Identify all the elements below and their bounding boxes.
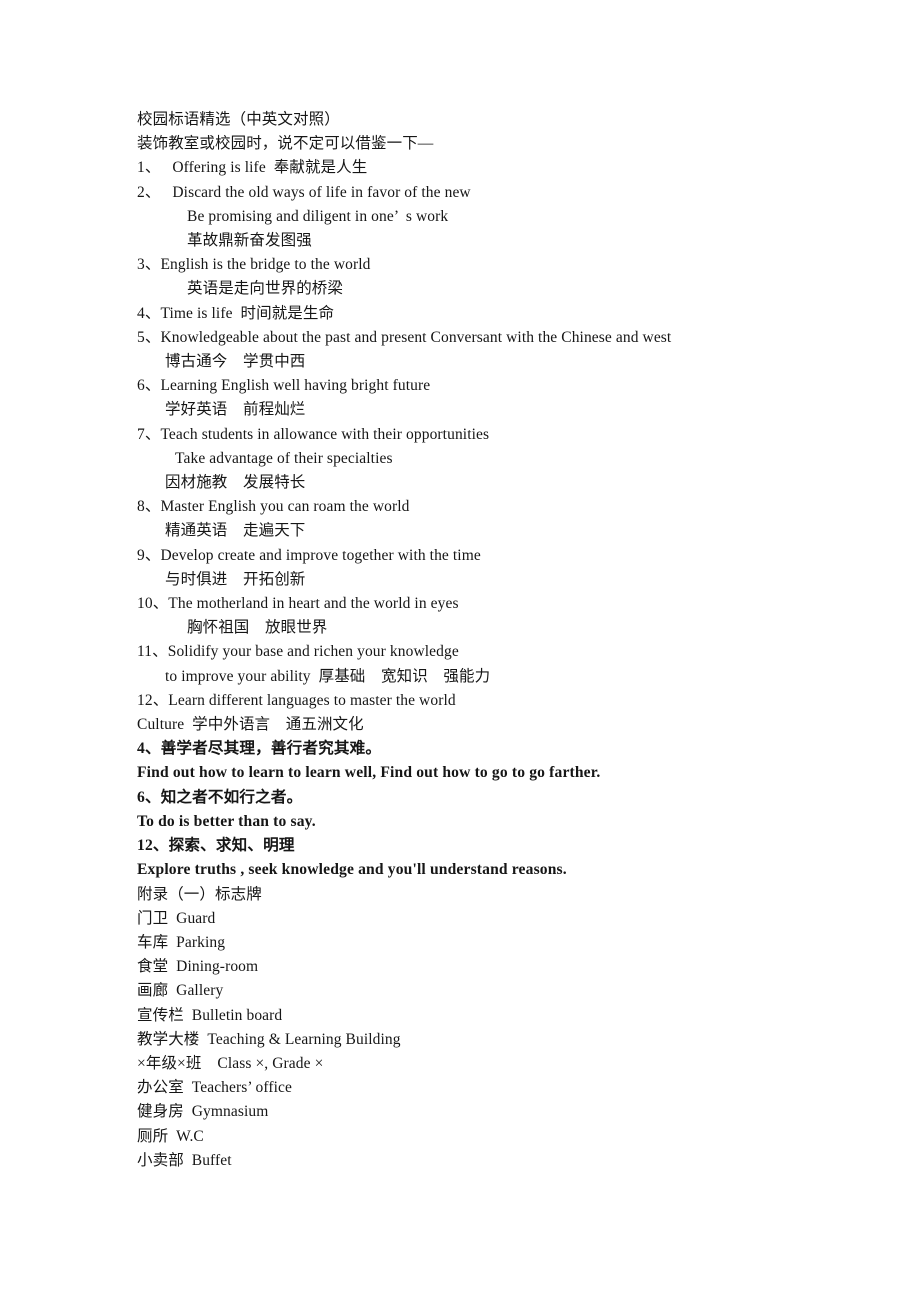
doc-line-sign-wc: 厕所 W.C <box>137 1127 204 1145</box>
doc-line-item-9-cn: 与时俱进 开拓创新 <box>165 570 306 588</box>
doc-line-item-7-en2: Take advantage of their specialties <box>175 449 393 467</box>
doc-line-item-7-en: 7、Teach students in allowance with their… <box>137 425 490 443</box>
doc-line-sign-gallery: 画廊 Gallery <box>137 982 224 1000</box>
doc-line-item-2-en: 2、 Discard the old ways of life in favor… <box>137 183 471 201</box>
doc-line-item-10-en: 10、The motherland in heart and the world… <box>137 595 459 613</box>
doc-line-intro: 装饰教室或校园时，说不定可以借鉴一下— <box>137 135 434 153</box>
doc-line-bold-12-cn: 12、探索、求知、明理 <box>137 837 295 855</box>
doc-line-bold-6-en: To do is better than to say. <box>137 812 316 830</box>
doc-line-item-4-en: 4、Time is life 时间就是生命 <box>137 304 335 322</box>
doc-line-item-6-cn: 学好英语 前程灿烂 <box>165 401 306 419</box>
doc-line-bold-12-en: Explore truths , seek knowledge and you'… <box>137 861 567 879</box>
doc-line-sign-class: ×年级×班 Class ×, Grade × <box>137 1054 324 1072</box>
doc-line-appendix-title: 附录（一）标志牌 <box>137 885 262 903</box>
doc-line-sign-buffet: 小卖部 Buffet <box>137 1151 232 1169</box>
doc-line-item-11-en2: to improve your ability 厚基础 宽知识 强能力 <box>165 667 491 685</box>
doc-line-bold-4-en: Find out how to learn to learn well, Fin… <box>137 764 601 782</box>
doc-line-item-8-en: 8、Master English you can roam the world <box>137 498 410 516</box>
doc-line-item-10-cn: 胸怀祖国 放眼世界 <box>187 619 328 637</box>
doc-line-sign-gym: 健身房 Gymnasium <box>137 1103 269 1121</box>
document-page: 校园标语精选（中英文对照） 装饰教室或校园时，说不定可以借鉴一下— 1、 Offer… <box>0 0 920 1302</box>
doc-line-item-6-en: 6、Learning English well having bright fu… <box>137 377 431 395</box>
doc-line-item-9-en: 9、Develop create and improve together wi… <box>137 546 481 564</box>
doc-line-item-2-cn: 革故鼎新奋发图强 <box>187 232 312 250</box>
doc-line-bold-6-cn: 6、知之者不如行之者。 <box>137 788 303 806</box>
doc-line-item-3-en: 3、English is the bridge to the world <box>137 256 371 274</box>
doc-line-sign-guard: 门卫 Guard <box>137 909 216 927</box>
doc-line-sign-dining: 食堂 Dining-room <box>137 958 259 976</box>
doc-line-sign-teaching: 教学大楼 Teaching & Learning Building <box>137 1030 401 1048</box>
doc-line-item-2-en2: Be promising and diligent in one’ s work <box>187 207 449 225</box>
document-body: 校园标语精选（中英文对照） 装饰教室或校园时，说不定可以借鉴一下— 1、 Offer… <box>137 108 860 1173</box>
doc-line-item-5-cn: 博古通今 学贯中西 <box>165 353 306 371</box>
doc-line-item-11-en: 11、Solidify your base and richen your kn… <box>137 643 459 661</box>
doc-line-item-12-en: 12、Learn different languages to master t… <box>137 691 456 709</box>
doc-line-sign-parking: 车库 Parking <box>137 933 226 951</box>
doc-line-sign-office: 办公室 Teachers’ office <box>137 1079 292 1097</box>
doc-line-item-3-cn: 英语是走向世界的桥梁 <box>187 280 344 298</box>
doc-line-item-7-cn: 因材施教 发展特长 <box>165 474 306 492</box>
doc-line-bold-4-cn: 4、善学者尽其理，善行者究其难。 <box>137 740 382 758</box>
doc-line-sign-bulletin: 宣传栏 Bulletin board <box>137 1006 283 1024</box>
doc-line-item-12-cn: Culture 学中外语言 通五洲文化 <box>137 716 364 734</box>
doc-line-item-8-cn: 精通英语 走遍天下 <box>165 522 306 540</box>
doc-line-title: 校园标语精选（中英文对照） <box>137 111 340 128</box>
doc-line-item-1-en: 1、 Offering is life 奉献就是人生 <box>137 159 368 177</box>
doc-line-item-5-en: 5、Knowledgeable about the past and prese… <box>137 328 672 346</box>
